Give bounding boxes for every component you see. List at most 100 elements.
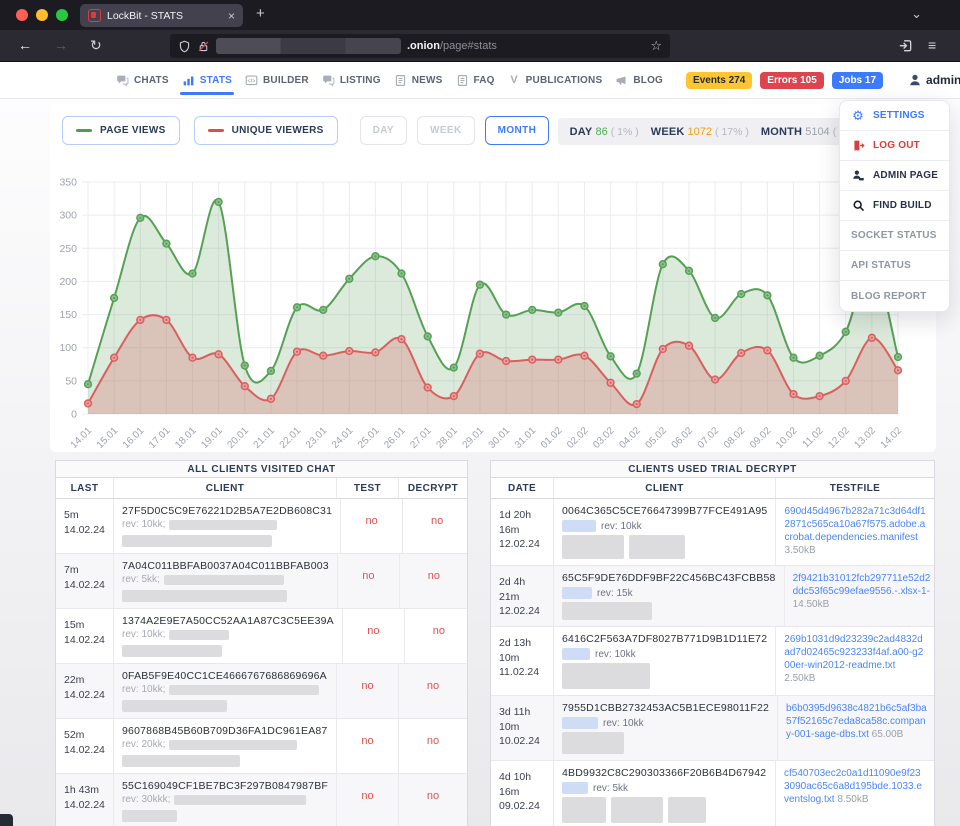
nav-item-news[interactable]: NEWS: [394, 74, 443, 87]
table-row[interactable]: 4d 10h 16m09.02.24 4BD9932C8C290303366F2…: [491, 761, 934, 826]
nav-item-faq[interactable]: FAQ: [456, 74, 495, 87]
nav-item-builder[interactable]: </> BUILDER: [245, 74, 309, 87]
window-controls[interactable]: [16, 9, 68, 21]
insecure-lock-icon[interactable]: [197, 40, 210, 53]
user-dropdown-menu: ⚙ SETTINGS LOG OUT ADMIN PAGE FIND BUILD…: [839, 100, 950, 312]
range-day-button[interactable]: DAY: [360, 116, 407, 145]
close-tab-icon[interactable]: ×: [228, 10, 235, 22]
svg-text:10.02: 10.02: [774, 425, 800, 451]
testfile-link[interactable]: 269b1031d9d23239c2ad4832dad7d02465c92323…: [784, 634, 923, 671]
user-icon: [908, 73, 922, 87]
client-id: 7955D1CBB2732453AC5B1ECE98011F22: [562, 702, 769, 714]
redacted-text: [174, 795, 306, 805]
nav-item-listing[interactable]: LISTING: [322, 74, 381, 87]
new-tab-button[interactable]: +: [256, 5, 265, 22]
svg-text:250: 250: [59, 243, 77, 255]
tab-title: LockBit - STATS: [107, 10, 222, 22]
testfile-link[interactable]: b6b0395d9638c4821b6c5af3ba57f52165c7eda8…: [786, 703, 927, 740]
svg-text:02.02: 02.02: [565, 425, 591, 451]
table-row[interactable]: 1h 43m14.02.24 55C169049CF1BE7BC3F297B08…: [56, 774, 467, 826]
svg-text:18.01: 18.01: [173, 425, 199, 451]
svg-text:03.02: 03.02: [591, 425, 617, 451]
menu-item-settings[interactable]: ⚙ SETTINGS: [840, 101, 949, 131]
menu-item-logout[interactable]: LOG OUT: [840, 131, 949, 161]
redacted-text: [122, 535, 272, 547]
testfile-link[interactable]: 2f9421b31012fcb297711e52d2ddc53f65c99efa…: [793, 573, 931, 597]
client-id: 4BD9932C8C290303366F20B6B4D67942: [562, 767, 767, 779]
table-row[interactable]: 5m14.02.24 27F5D0C5C9E76221D2B5A7E2DB608…: [56, 499, 467, 554]
search-icon: [851, 199, 865, 213]
jobs-badge[interactable]: Jobs 17: [832, 72, 883, 89]
url-text: .onion/page#stats: [407, 40, 497, 52]
svg-text:01.02: 01.02: [539, 425, 565, 451]
page-views-toggle[interactable]: PAGE VIEWS: [62, 116, 180, 145]
redacted-text: [668, 797, 706, 823]
browser-tab[interactable]: LockBit - STATS ×: [80, 4, 243, 27]
nav-item-blog[interactable]: BLOG: [615, 74, 663, 87]
minimize-window-button[interactable]: [36, 9, 48, 21]
faq-icon: [456, 74, 469, 87]
gear-icon: ⚙: [851, 109, 865, 123]
import-icon[interactable]: [898, 38, 913, 53]
back-button[interactable]: ←: [18, 36, 32, 54]
svg-text:09.02: 09.02: [748, 425, 774, 451]
visited-chat-table: ALL CLIENTS VISITED CHAT LAST CLIENT TES…: [55, 460, 468, 826]
close-window-button[interactable]: [16, 9, 28, 21]
nav-item-chats[interactable]: CHATS: [116, 74, 169, 87]
main-content: PAGE VIEWS UNIQUE VIEWERS DAY WEEK MONTH…: [0, 99, 960, 826]
testfile-link[interactable]: 690d45d4967b282a71c3d64df12871c565ca10a6…: [784, 506, 925, 543]
menu-item-blog-report[interactable]: BLOG REPORT: [840, 281, 949, 311]
redacted-text: [169, 740, 297, 750]
menu-item-admin-page[interactable]: ADMIN PAGE: [840, 161, 949, 191]
forward-button[interactable]: →: [54, 36, 68, 54]
lockbit-favicon-icon: [88, 9, 101, 22]
svg-text:25.01: 25.01: [356, 425, 382, 451]
svg-text:100: 100: [59, 342, 77, 354]
client-id: 6416C2F563A7DF8027B771D9B1D11E72: [562, 633, 767, 645]
svg-text:0: 0: [71, 409, 77, 421]
maximize-window-button[interactable]: [56, 9, 68, 21]
client-id: 9607868B45B60B709D36FA1DC961EA87: [122, 725, 328, 737]
table-row[interactable]: 3d 11h 10m10.02.24 7955D1CBB2732453AC5B1…: [491, 696, 934, 761]
redacted-text: [169, 520, 277, 530]
errors-badge[interactable]: Errors 105: [760, 72, 823, 89]
events-badge[interactable]: Events 274: [686, 72, 752, 89]
bookmark-star-icon[interactable]: ☆: [650, 38, 662, 54]
svg-text:29.01: 29.01: [461, 425, 487, 451]
url-bar[interactable]: .onion/page#stats ☆: [170, 34, 670, 58]
table-row[interactable]: 15m14.02.24 1374A2E9E7A50CC52AA1A87C3C5E…: [56, 609, 467, 664]
redacted-chip: [562, 648, 590, 660]
nav-item-stats[interactable]: STATS: [182, 74, 232, 87]
client-id: 7A04C011BBFAB0037A04C011BBFAB003: [122, 560, 329, 572]
menu-item-api-status[interactable]: API STATUS: [840, 251, 949, 281]
client-id: 0064C365C5CE76647399B77FCE491A95: [562, 505, 767, 517]
svg-text:50: 50: [65, 375, 77, 387]
menu-item-socket-status[interactable]: SOCKET STATUS: [840, 221, 949, 251]
shield-icon[interactable]: [178, 40, 191, 53]
tab-list-chevron-icon[interactable]: ⌄: [911, 6, 922, 22]
user-menu[interactable]: admin ▾: [908, 73, 960, 87]
client-id: 55C169049CF1BE7BC3F297B0847987BF: [122, 780, 328, 792]
menu-icon[interactable]: ≡: [928, 36, 936, 54]
range-month-button[interactable]: MONTH: [485, 116, 550, 145]
table-row[interactable]: 7m14.02.24 7A04C011BBFAB0037A04C011BBFAB…: [56, 554, 467, 609]
redacted-text: [122, 700, 227, 712]
table-row[interactable]: 2d 4h 21m12.02.24 65C5F9DE76DDF9BF22C456…: [491, 566, 934, 627]
redacted-text: [164, 575, 284, 585]
table-row[interactable]: 52m14.02.24 9607868B45B60B709D36FA1DC961…: [56, 719, 467, 774]
reload-button[interactable]: ↻: [90, 36, 102, 54]
table-row[interactable]: 1d 20h 16m12.02.24 0064C365C5CE76647399B…: [491, 499, 934, 566]
client-id: 27F5D0C5C9E76221D2B5A7E2DB608C31: [122, 505, 332, 517]
svg-text:05.02: 05.02: [643, 425, 669, 451]
unique-viewers-toggle[interactable]: UNIQUE VIEWERS: [194, 116, 338, 145]
table-row[interactable]: 2d 13h 10m11.02.24 6416C2F563A7DF8027B77…: [491, 627, 934, 696]
range-week-button[interactable]: WEEK: [417, 116, 475, 145]
screen: LockBit - STATS × + ⌄ ← → ↻ .onion/page#…: [0, 0, 960, 826]
nav-item-publications[interactable]: V PUBLICATIONS: [508, 74, 603, 87]
svg-text:350: 350: [59, 177, 77, 189]
listing-icon: [322, 74, 335, 87]
menu-item-find-build[interactable]: FIND BUILD: [840, 191, 949, 221]
redacted-text: [562, 797, 606, 823]
table-row[interactable]: 22m14.02.24 0FAB5F9E40CC1CE4666767686869…: [56, 664, 467, 719]
redacted-chip: [562, 520, 596, 532]
